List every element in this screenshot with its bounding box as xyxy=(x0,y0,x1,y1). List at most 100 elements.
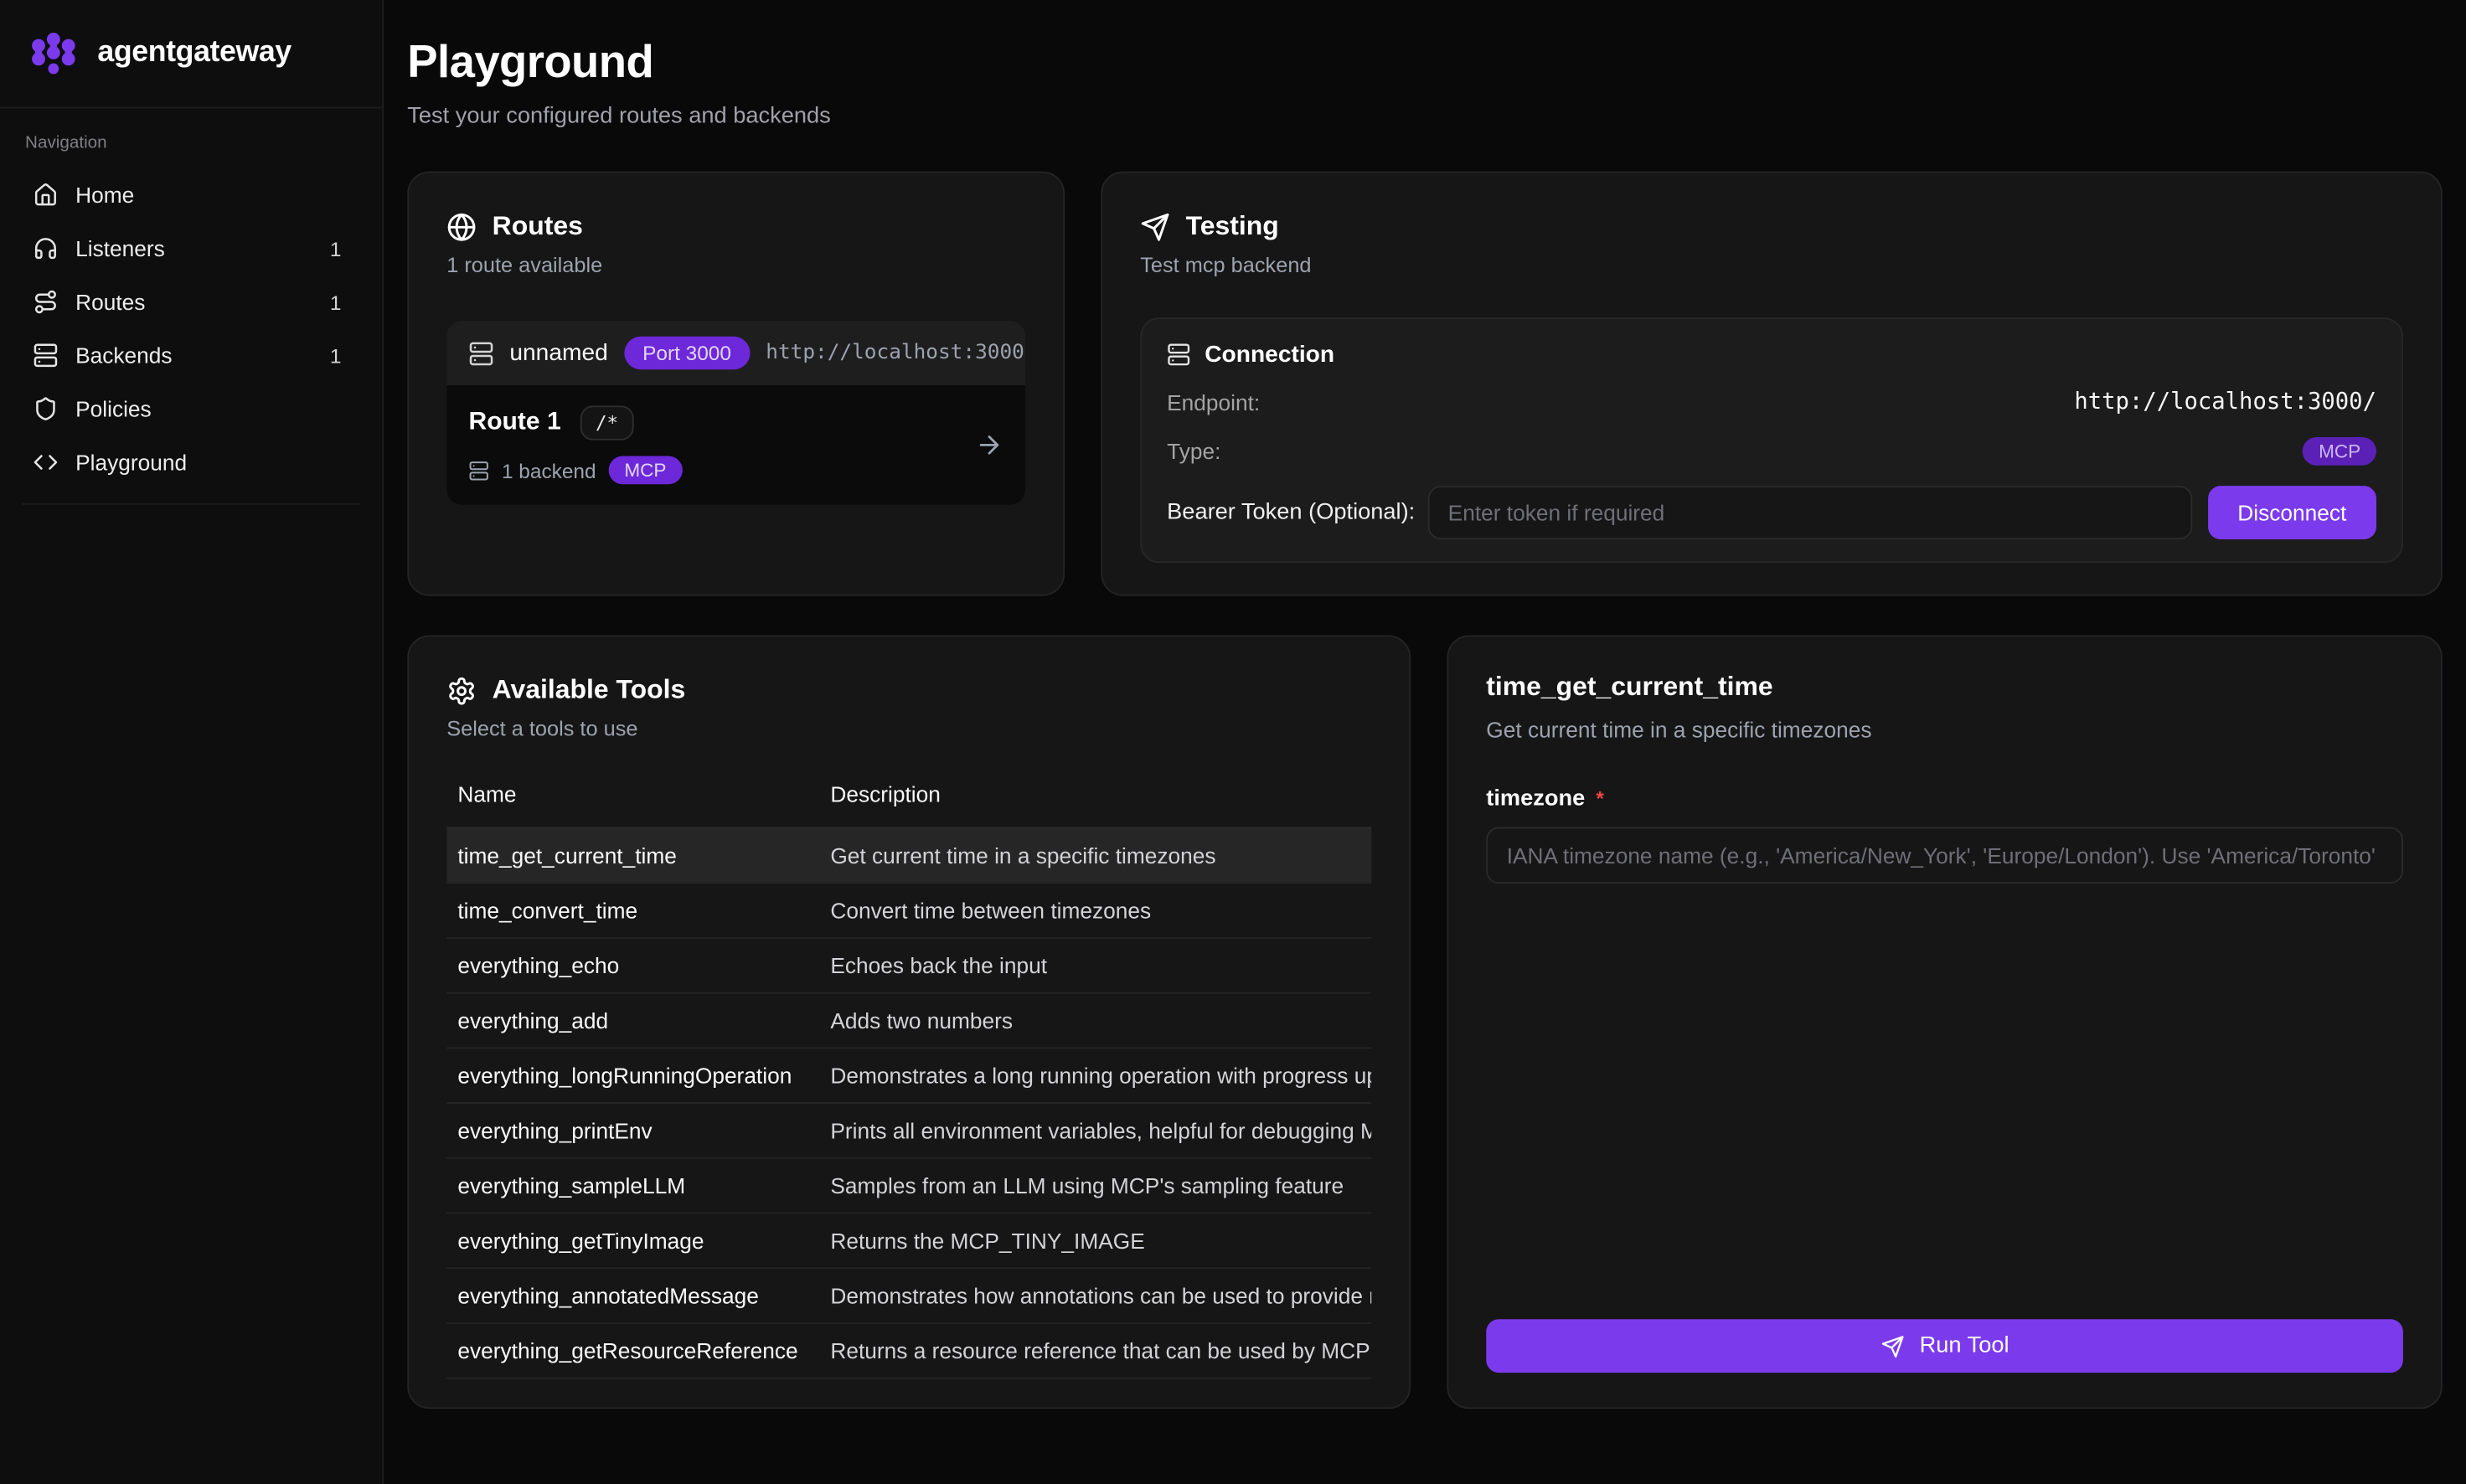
connection-type-badge: MCP xyxy=(2303,437,2376,466)
server-icon xyxy=(33,343,58,368)
tools-card-subtitle: Select a tools to use xyxy=(446,717,1371,740)
endpoint-value: http://localhost:3000/ xyxy=(2074,390,2376,415)
disconnect-button[interactable]: Disconnect xyxy=(2208,486,2376,539)
tools-card-title: Available Tools xyxy=(493,674,686,706)
tool-description: Adds two numbers xyxy=(819,1008,1371,1033)
timezone-input[interactable] xyxy=(1486,827,2403,884)
routes-card-header: Routes xyxy=(446,211,1025,243)
param-name: timezone xyxy=(1486,786,1585,812)
available-tools-card: Available Tools Select a tools to use Na… xyxy=(407,636,1411,1409)
page-scale-wrapper: agentgateway Navigation Home Listeners 1 xyxy=(0,0,2466,1484)
route-name: Route 1 xyxy=(469,409,561,437)
bearer-token-row: Bearer Token (Optional): Disconnect xyxy=(1167,486,2376,539)
testing-card-title: Testing xyxy=(1186,211,1279,243)
sidebar-item-home[interactable]: Home xyxy=(22,168,360,222)
tool-description: Samples from an LLM using MCP's sampling… xyxy=(819,1173,1371,1198)
required-marker: * xyxy=(1596,786,1604,810)
sidebar-nav: Navigation Home Listeners 1 Routes xyxy=(0,109,382,505)
route-protocol-badge: MCP xyxy=(609,456,683,484)
table-row-tool[interactable]: everything_getTinyImage Returns the MCP_… xyxy=(446,1213,1371,1269)
sidebar-item-count: 1 xyxy=(330,290,349,313)
tool-name: time_get_current_time xyxy=(446,842,819,868)
tool-name: everything_annotatedMessage xyxy=(446,1283,819,1308)
tools-table: Name Description time_get_current_time G… xyxy=(446,781,1371,1378)
run-tool-button[interactable]: Run Tool xyxy=(1486,1319,2403,1373)
server-icon xyxy=(1167,343,1190,366)
table-row-tool[interactable]: everything_sampleLLM Samples from an LLM… xyxy=(446,1159,1371,1214)
tool-name: everything_add xyxy=(446,1008,819,1033)
param-label-row: timezone * xyxy=(1486,786,2403,812)
route-path-chip: /* xyxy=(580,405,634,440)
tool-name: time_convert_time xyxy=(446,898,819,923)
table-row-tool[interactable]: everything_getResourceReference Returns … xyxy=(446,1324,1371,1379)
bearer-token-input-wrap xyxy=(1427,486,2192,539)
tool-description: Demonstrates a long running operation wi… xyxy=(819,1063,1371,1088)
param-input-wrap xyxy=(1486,827,2403,884)
brand-header[interactable]: agentgateway xyxy=(0,0,382,109)
route-list-item[interactable]: Route 1 /* 1 backend MCP xyxy=(446,385,1025,505)
type-label: Type: xyxy=(1167,439,1220,464)
connection-header: Connection xyxy=(1167,341,2376,368)
brand-title: agentgateway xyxy=(97,36,291,70)
nav-section-label: Navigation xyxy=(25,134,360,153)
table-row-tool[interactable]: everything_printEnv Prints all environme… xyxy=(446,1104,1371,1159)
routes-card: Routes 1 route available unnamed Port 30… xyxy=(407,172,1065,596)
listener-block: unnamed Port 3000 http://localhost:3000/… xyxy=(446,321,1025,505)
globe-icon xyxy=(446,212,477,242)
route-info: Route 1 /* 1 backend MCP xyxy=(469,405,683,484)
table-row-tool[interactable]: everything_longRunningOperation Demonstr… xyxy=(446,1049,1371,1104)
tool-name: everything_getResourceReference xyxy=(446,1338,819,1363)
sidebar-item-label: Home xyxy=(75,183,134,208)
server-icon xyxy=(469,460,489,480)
routes-card-title: Routes xyxy=(493,211,583,243)
bearer-token-label: Bearer Token (Optional): xyxy=(1167,500,1415,525)
tool-description: Convert time between timezones xyxy=(819,898,1371,923)
tool-name: everything_longRunningOperation xyxy=(446,1063,819,1088)
route-backend-count: 1 backend xyxy=(502,458,596,482)
bottom-cards-row: Available Tools Select a tools to use Na… xyxy=(407,636,2443,1409)
selected-tool-subtitle: Get current time in a specific timezones xyxy=(1486,717,2403,742)
table-row-tool[interactable]: everything_echo Echoes back the input xyxy=(446,939,1371,994)
tool-description: Get current time in a specific timezones xyxy=(819,842,1371,868)
port-badge: Port 3000 xyxy=(624,337,751,369)
sidebar-item-label: Policies xyxy=(75,396,152,421)
table-row-tool[interactable]: time_get_current_time Get current time i… xyxy=(446,828,1371,884)
route-icon xyxy=(33,289,58,314)
sidebar-item-backends[interactable]: Backends 1 xyxy=(22,328,360,382)
nav-divider xyxy=(22,503,360,505)
code-icon xyxy=(33,450,58,475)
listener-url: http://localhost:3000/ xyxy=(766,341,1025,364)
routes-card-subtitle: 1 route available xyxy=(446,253,1025,276)
app-root: agentgateway Navigation Home Listeners 1 xyxy=(0,0,2466,1484)
agentgateway-logo-icon xyxy=(25,25,82,82)
tool-runner-panel: time_get_current_time Get current time i… xyxy=(1447,636,2442,1409)
shield-icon xyxy=(33,396,58,421)
column-header-description: Description xyxy=(819,781,1371,827)
table-row-tool[interactable]: everything_add Adds two numbers xyxy=(446,994,1371,1049)
tool-description: Echoes back the input xyxy=(819,953,1371,978)
sidebar-item-playground[interactable]: Playground xyxy=(22,435,360,489)
server-icon xyxy=(469,340,494,365)
main-content: Playground Test your configured routes a… xyxy=(384,0,2466,1484)
panel-spacer xyxy=(1486,884,2403,1319)
tool-name: everything_echo xyxy=(446,953,819,978)
sidebar-item-count: 1 xyxy=(330,343,349,367)
bearer-token-input[interactable] xyxy=(1427,486,2192,539)
headphones-icon xyxy=(33,236,58,261)
table-row-tool[interactable]: everything_annotatedMessage Demonstrates… xyxy=(446,1269,1371,1324)
top-cards-row: Routes 1 route available unnamed Port 30… xyxy=(407,172,2443,596)
testing-card-header: Testing xyxy=(1140,211,2403,243)
table-row-tool[interactable]: time_convert_time Convert time between t… xyxy=(446,884,1371,939)
type-row: Type: MCP xyxy=(1167,437,2376,466)
endpoint-label: Endpoint: xyxy=(1167,390,1260,415)
arrow-right-icon[interactable] xyxy=(975,430,1003,459)
column-header-name: Name xyxy=(446,781,819,827)
tool-description: Returns a resource reference that can be… xyxy=(819,1338,1371,1363)
page-subtitle: Test your configured routes and backends xyxy=(407,104,2443,129)
sidebar-item-listeners[interactable]: Listeners 1 xyxy=(22,222,360,276)
sidebar-item-routes[interactable]: Routes 1 xyxy=(22,276,360,329)
sidebar-item-label: Backends xyxy=(75,343,172,368)
sidebar-item-policies[interactable]: Policies xyxy=(22,382,360,435)
run-tool-label: Run Tool xyxy=(1920,1333,2009,1358)
testing-card: Testing Test mcp backend Connection Endp… xyxy=(1101,172,2443,596)
